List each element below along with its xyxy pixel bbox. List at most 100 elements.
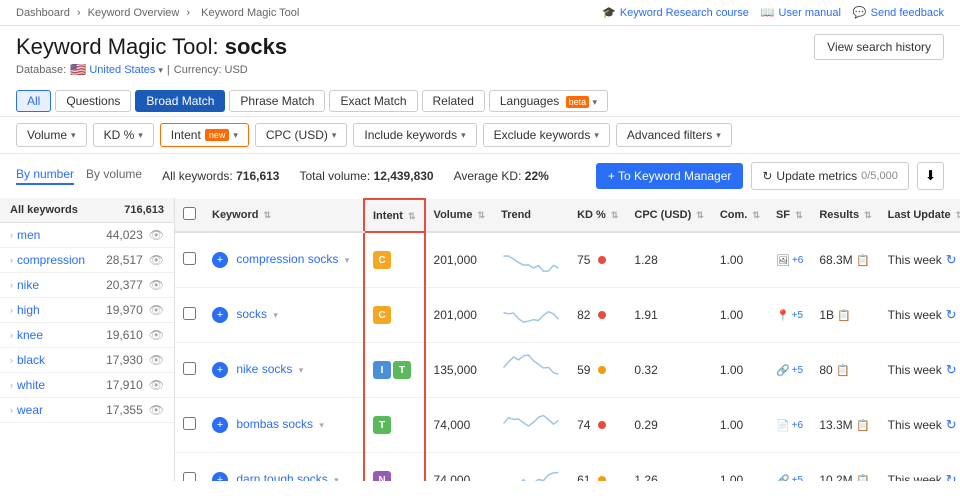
- sidebar-item[interactable]: › white 17,910 👁: [0, 373, 174, 398]
- eye-icon[interactable]: 👁: [149, 228, 164, 242]
- th-volume[interactable]: Volume ⇅: [425, 199, 494, 232]
- sidebar-item[interactable]: › black 17,930 👁: [0, 348, 174, 373]
- sf-type-icon: 🔗: [776, 364, 790, 377]
- keyword-dropdown-icon[interactable]: ▾: [273, 310, 278, 320]
- advanced-filters-button[interactable]: Advanced filters ▾: [616, 123, 732, 147]
- row-checkbox[interactable]: [183, 362, 196, 375]
- th-kd[interactable]: KD % ⇅: [569, 199, 626, 232]
- sidebar-word-link[interactable]: white: [17, 378, 45, 392]
- add-keyword-button[interactable]: +: [212, 252, 228, 268]
- export-button[interactable]: ⬇: [917, 162, 944, 190]
- lastupdate-sort-icon: ⇅: [956, 210, 960, 220]
- sidebar-word-link[interactable]: knee: [17, 328, 43, 342]
- sidebar-item[interactable]: › knee 19,610 👁: [0, 323, 174, 348]
- add-keyword-button[interactable]: +: [212, 417, 228, 433]
- th-cpc[interactable]: CPC (USD) ⇅: [626, 199, 711, 232]
- breadcrumb-dashboard[interactable]: Dashboard: [16, 7, 70, 19]
- refresh-button[interactable]: ↻: [946, 362, 957, 378]
- kd-indicator: [598, 421, 606, 429]
- kd-filter-button[interactable]: KD % ▾: [93, 123, 154, 147]
- sidebar-item[interactable]: › men 44,023 👁: [0, 223, 174, 248]
- th-sf[interactable]: SF ⇅: [768, 199, 811, 232]
- tab-exact-match[interactable]: Exact Match: [329, 90, 417, 112]
- sidebar-item[interactable]: › high 19,970 👁: [0, 298, 174, 323]
- view-search-history-button[interactable]: View search history: [814, 34, 944, 60]
- th-keyword[interactable]: Keyword ⇅: [204, 199, 364, 232]
- sidebar-item[interactable]: › nike 20,377 👁: [0, 273, 174, 298]
- database-selector[interactable]: 🇺🇸 United States ▾: [70, 62, 163, 78]
- send-feedback-link[interactable]: 💬 Send feedback: [853, 6, 944, 19]
- tab-questions[interactable]: Questions: [55, 90, 131, 112]
- row-checkbox[interactable]: [183, 252, 196, 265]
- sidebar-word-link[interactable]: black: [17, 353, 45, 367]
- sidebar-word-link[interactable]: nike: [17, 278, 39, 292]
- row-checkbox[interactable]: [183, 417, 196, 430]
- sidebar-word-link[interactable]: compression: [17, 253, 85, 267]
- keyword-research-course-link[interactable]: 🎓 Keyword Research course: [602, 6, 749, 19]
- add-keyword-button[interactable]: +: [212, 307, 228, 323]
- intent-filter-button[interactable]: Intent new ▾: [160, 123, 249, 147]
- refresh-button[interactable]: ↻: [946, 252, 957, 268]
- to-keyword-manager-button[interactable]: + To Keyword Manager: [596, 163, 744, 189]
- keyword-link[interactable]: nike socks: [236, 362, 292, 376]
- eye-icon[interactable]: 👁: [149, 303, 164, 317]
- eye-icon[interactable]: 👁: [149, 328, 164, 342]
- lastupdate-cell: This week ↻: [880, 288, 960, 343]
- eye-icon[interactable]: 👁: [149, 403, 164, 417]
- select-all-checkbox[interactable]: [183, 207, 196, 220]
- sidebar-word-link[interactable]: high: [17, 303, 40, 317]
- user-manual-link[interactable]: 📖 User manual: [761, 6, 841, 19]
- th-intent[interactable]: Intent ⇅: [364, 199, 425, 232]
- intent-cell: C: [364, 288, 425, 343]
- toggle-by-volume[interactable]: By volume: [86, 167, 142, 185]
- eye-icon[interactable]: 👁: [149, 378, 164, 392]
- tab-phrase-match[interactable]: Phrase Match: [229, 90, 325, 112]
- results-cell: 80 📋: [811, 343, 879, 398]
- add-keyword-button[interactable]: +: [212, 472, 228, 481]
- add-keyword-button[interactable]: +: [212, 362, 228, 378]
- com-cell: 1.00: [712, 288, 768, 343]
- exclude-keywords-button[interactable]: Exclude keywords ▾: [483, 123, 610, 147]
- th-trend[interactable]: Trend: [493, 199, 569, 232]
- sf-sort-icon: ⇅: [795, 210, 803, 220]
- th-com[interactable]: Com. ⇅: [712, 199, 768, 232]
- th-results[interactable]: Results ⇅: [811, 199, 879, 232]
- sf-item: 🔗 +5: [776, 474, 803, 481]
- tab-broad-match[interactable]: Broad Match: [135, 90, 225, 112]
- tab-languages[interactable]: Languages beta ▾: [489, 90, 608, 112]
- tab-related[interactable]: Related: [422, 90, 485, 112]
- keyword-dropdown-icon[interactable]: ▾: [299, 365, 304, 375]
- tab-all[interactable]: All: [16, 90, 51, 112]
- sidebar-word-link[interactable]: wear: [17, 403, 43, 417]
- keyword-link[interactable]: socks: [236, 307, 267, 321]
- eye-icon[interactable]: 👁: [149, 353, 164, 367]
- breadcrumb-keyword-overview[interactable]: Keyword Overview: [88, 7, 180, 19]
- keyword-link[interactable]: compression socks: [236, 252, 338, 266]
- keyword-dropdown-icon[interactable]: ▾: [345, 255, 350, 265]
- row-checkbox[interactable]: [183, 472, 196, 481]
- sidebar-word-link[interactable]: men: [17, 228, 40, 242]
- sidebar-count: 17,355: [106, 403, 143, 417]
- eye-icon[interactable]: 👁: [149, 278, 164, 292]
- refresh-button[interactable]: ↻: [946, 417, 957, 433]
- volume-filter-button[interactable]: Volume ▾: [16, 123, 87, 147]
- th-lastupdate[interactable]: Last Update ⇅: [880, 199, 960, 232]
- keyword-link[interactable]: bombas socks: [236, 417, 313, 431]
- update-metrics-button[interactable]: ↻ Update metrics 0/5,000: [751, 162, 908, 190]
- sidebar-chevron-icon: ›: [10, 380, 13, 390]
- lastupdate-cell: This week ↻: [880, 232, 960, 288]
- refresh-button[interactable]: ↻: [946, 472, 957, 481]
- eye-icon[interactable]: 👁: [149, 253, 164, 267]
- cpc-filter-button[interactable]: CPC (USD) ▾: [255, 123, 348, 147]
- include-keywords-button[interactable]: Include keywords ▾: [353, 123, 476, 147]
- refresh-button[interactable]: ↻: [946, 307, 957, 323]
- keyword-link[interactable]: darn tough socks: [236, 472, 327, 481]
- sidebar-item[interactable]: › wear 17,355 👁: [0, 398, 174, 423]
- update-badge: This week ↻: [888, 472, 957, 481]
- keyword-dropdown-icon[interactable]: ▾: [334, 475, 339, 481]
- sidebar-item[interactable]: › compression 28,517 👁: [0, 248, 174, 273]
- keyword-dropdown-icon[interactable]: ▾: [319, 420, 324, 430]
- lastupdate-text: This week: [888, 308, 942, 322]
- toggle-by-number[interactable]: By number: [16, 167, 74, 185]
- row-checkbox[interactable]: [183, 307, 196, 320]
